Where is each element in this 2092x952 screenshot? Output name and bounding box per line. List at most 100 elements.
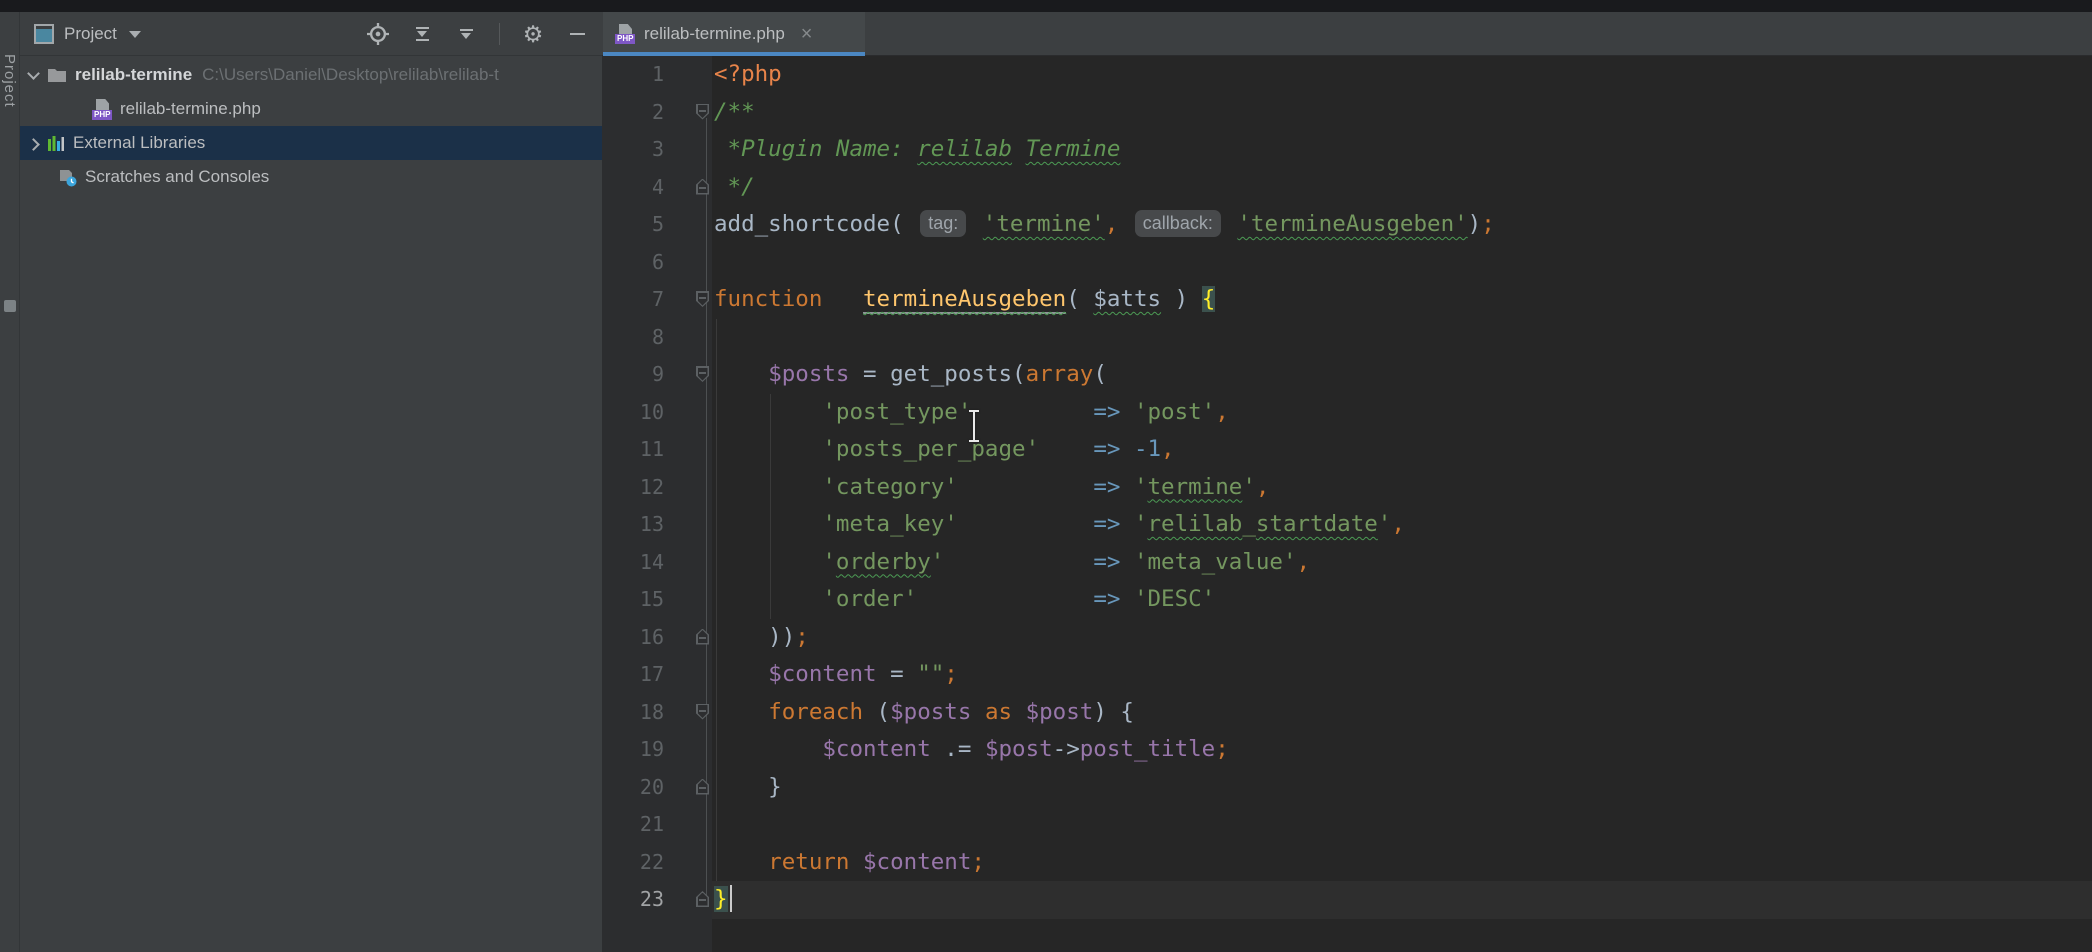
code-line[interactable]: 13 'meta_key' => 'relilab_startdate', <box>602 506 2092 544</box>
code-text: */ <box>714 169 755 207</box>
code-line[interactable]: 3 *Plugin Name: relilab Termine <box>602 131 2092 169</box>
expand-all-button[interactable] <box>411 23 433 45</box>
code-line[interactable]: 1<?php <box>602 56 2092 94</box>
code-line[interactable]: 20 } <box>602 769 2092 807</box>
window-titlebar <box>0 0 2092 12</box>
tool-window-stripe: Project <box>0 12 20 952</box>
tree-row-php-file[interactable]: PHP relilab-termine.php <box>20 92 602 126</box>
code-text: $content = ""; <box>714 656 958 694</box>
line-number: 16 <box>602 619 664 657</box>
editor-tabbar: PHP relilab-termine.php × <box>602 12 2092 56</box>
line-number: 12 <box>602 469 664 507</box>
line-number: 19 <box>602 731 664 769</box>
project-tree: relilab-termine C:\Users\Daniel\Desktop\… <box>20 56 602 194</box>
code-line[interactable]: 18 foreach ($posts as $post) { <box>602 694 2092 732</box>
code-text: 'order' => 'DESC' <box>714 581 1215 619</box>
project-stripe-button[interactable]: Project <box>1 54 18 108</box>
code-line[interactable]: 12 'category' => 'termine', <box>602 469 2092 507</box>
tree-row-project-root[interactable]: relilab-termine C:\Users\Daniel\Desktop\… <box>20 58 602 92</box>
php-file-icon: PHP <box>615 24 635 44</box>
line-number: 10 <box>602 394 664 432</box>
line-number: 21 <box>602 806 664 844</box>
locate-file-button[interactable] <box>367 23 389 45</box>
line-number: 14 <box>602 544 664 582</box>
code-line[interactable]: 17 $content = ""; <box>602 656 2092 694</box>
tree-item-label: Scratches and Consoles <box>85 167 269 187</box>
code-text: foreach ($posts as $post) { <box>714 694 1134 732</box>
code-line[interactable]: 22 return $content; <box>602 844 2092 882</box>
code-text: 'meta_key' => 'relilab_startdate', <box>714 506 1405 544</box>
code-line[interactable]: 7 function termineAusgeben( $atts ) { <box>602 281 2092 319</box>
fold-end-icon[interactable] <box>696 779 709 795</box>
line-number: 2 <box>602 94 664 132</box>
code-line[interactable]: 11 'posts_per_page' => -1, <box>602 431 2092 469</box>
fold-end-icon[interactable] <box>696 179 709 195</box>
code-line[interactable]: 23} <box>602 881 2092 919</box>
project-panel-header: Project ⚙ <box>20 12 602 56</box>
mouse-cursor-ibeam <box>967 410 981 442</box>
code-text: return $content; <box>714 844 985 882</box>
code-line[interactable]: 10 'post_type' => 'post', <box>602 394 2092 432</box>
collapse-all-button[interactable] <box>455 23 477 45</box>
chevron-collapsed-icon[interactable] <box>27 138 40 151</box>
code-text: 'orderby' => 'meta_value', <box>714 544 1310 582</box>
code-line[interactable]: 8 <box>602 319 2092 357</box>
line-number: 5 <box>602 206 664 244</box>
code-text: function termineAusgeben( $atts ) { <box>714 281 1215 319</box>
code-line[interactable]: 21 <box>602 806 2092 844</box>
fold-end-icon[interactable] <box>696 629 709 645</box>
code-line[interactable]: 9 $posts = get_posts(array( <box>602 356 2092 394</box>
line-number: 11 <box>602 431 664 469</box>
code-text: } <box>714 769 782 807</box>
close-icon[interactable]: × <box>801 24 813 44</box>
tool-window-stripe-icon[interactable] <box>4 300 16 312</box>
line-number: 18 <box>602 694 664 732</box>
chevron-expanded-icon[interactable] <box>27 67 40 80</box>
line-number: 15 <box>602 581 664 619</box>
tree-item-label: relilab-termine <box>75 65 192 85</box>
line-number: 6 <box>602 244 664 282</box>
line-number: 9 <box>602 356 664 394</box>
tree-item-label: relilab-termine.php <box>120 99 261 119</box>
editor: PHP relilab-termine.php × 1<?php2/**3 *P… <box>602 12 2092 952</box>
code-line[interactable]: 2/** <box>602 94 2092 132</box>
fold-start-icon[interactable] <box>696 104 709 120</box>
hide-panel-button[interactable] <box>566 23 588 45</box>
line-number: 23 <box>602 881 664 919</box>
code-line[interactable]: 14 'orderby' => 'meta_value', <box>602 544 2092 582</box>
line-number: 1 <box>602 56 664 94</box>
line-number: 4 <box>602 169 664 207</box>
code-line[interactable]: 15 'order' => 'DESC' <box>602 581 2092 619</box>
code-text: 'category' => 'termine', <box>714 469 1269 507</box>
line-number: 17 <box>602 656 664 694</box>
code-line[interactable]: 4 */ <box>602 169 2092 207</box>
code-line[interactable]: 6 <box>602 244 2092 282</box>
chevron-down-icon[interactable] <box>129 31 141 38</box>
code-text: $content .= $post->post_title; <box>714 731 1229 769</box>
code-line[interactable]: 16 )); <box>602 619 2092 657</box>
code-line[interactable]: 19 $content .= $post->post_title; <box>602 731 2092 769</box>
code-text: *Plugin Name: relilab Termine <box>714 131 1120 169</box>
line-number: 7 <box>602 281 664 319</box>
code-text: )); <box>714 619 809 657</box>
php-file-icon: PHP <box>92 99 112 120</box>
toolbar-divider <box>499 23 500 45</box>
fold-start-icon[interactable] <box>696 366 709 382</box>
tree-row-scratches[interactable]: Scratches and Consoles <box>20 160 602 194</box>
code-text: } <box>714 881 732 919</box>
scratches-icon <box>58 168 77 187</box>
tab-relilab-termine-php[interactable]: PHP relilab-termine.php × <box>603 12 865 56</box>
tree-row-external-libraries[interactable]: External Libraries <box>20 126 602 160</box>
fold-start-icon[interactable] <box>696 704 709 720</box>
code-line[interactable]: 5add_shortcode( tag: 'termine', callback… <box>602 206 2092 244</box>
code-area[interactable]: 1<?php2/**3 *Plugin Name: relilab Termin… <box>602 56 2092 952</box>
code-text: 'posts_per_page' => -1, <box>714 431 1175 469</box>
code-text: $posts = get_posts(array( <box>714 356 1107 394</box>
line-number: 3 <box>602 131 664 169</box>
line-number: 20 <box>602 769 664 807</box>
fold-start-icon[interactable] <box>696 291 709 307</box>
fold-end-icon[interactable] <box>696 891 709 907</box>
settings-gear-button[interactable]: ⚙ <box>522 23 544 45</box>
project-panel: Project ⚙ <box>20 12 602 952</box>
project-panel-title: Project <box>64 24 117 44</box>
